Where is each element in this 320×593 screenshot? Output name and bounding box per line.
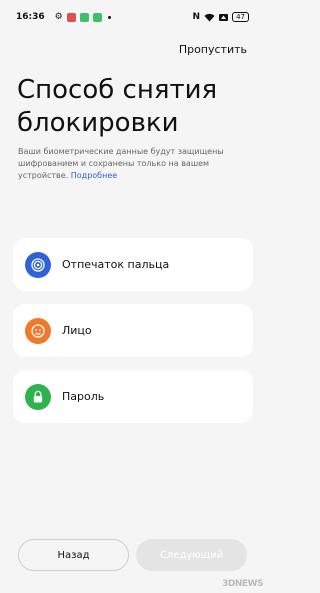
status-left: 16:36 ⚙ bbox=[16, 12, 111, 22]
description-text: Ваши биометрические данные будут защищен… bbox=[18, 147, 224, 180]
gear-icon: ⚙ bbox=[54, 12, 63, 22]
unlock-options: Отпечаток пальца Лицо Пароль bbox=[13, 238, 253, 436]
skip-button[interactable]: Пропустить bbox=[179, 43, 247, 56]
more-notifications-icon bbox=[107, 15, 111, 19]
option-password[interactable]: Пароль bbox=[13, 370, 253, 423]
option-label: Лицо bbox=[62, 324, 92, 337]
wifi-icon bbox=[204, 13, 215, 21]
signal-icon bbox=[219, 13, 229, 21]
watermark: 3DNEWS bbox=[222, 579, 263, 589]
lock-icon bbox=[25, 383, 51, 410]
option-label: Отпечаток пальца bbox=[62, 258, 170, 271]
option-label: Пароль bbox=[62, 390, 105, 403]
face-icon bbox=[25, 317, 51, 344]
status-bar: 16:36 ⚙ N 47 bbox=[0, 0, 265, 34]
option-face[interactable]: Лицо bbox=[13, 304, 253, 357]
next-button[interactable]: Следующий bbox=[136, 539, 247, 571]
app-notification-icon bbox=[92, 12, 102, 22]
app-notification-icon bbox=[66, 12, 76, 22]
option-fingerprint[interactable]: Отпечаток пальца bbox=[13, 238, 253, 291]
battery-icon: 47 bbox=[232, 12, 249, 22]
back-button[interactable]: Назад bbox=[18, 539, 129, 571]
page-title: Способ снятия блокировки bbox=[17, 75, 218, 138]
app-notification-icon bbox=[79, 12, 89, 22]
status-time: 16:36 bbox=[16, 12, 45, 22]
description: Ваши биометрические данные будут защищен… bbox=[18, 146, 258, 182]
status-right: N 47 bbox=[193, 12, 249, 22]
fingerprint-icon bbox=[25, 251, 51, 278]
nfc-icon: N bbox=[192, 12, 201, 22]
more-link[interactable]: Подробнее bbox=[71, 171, 117, 180]
